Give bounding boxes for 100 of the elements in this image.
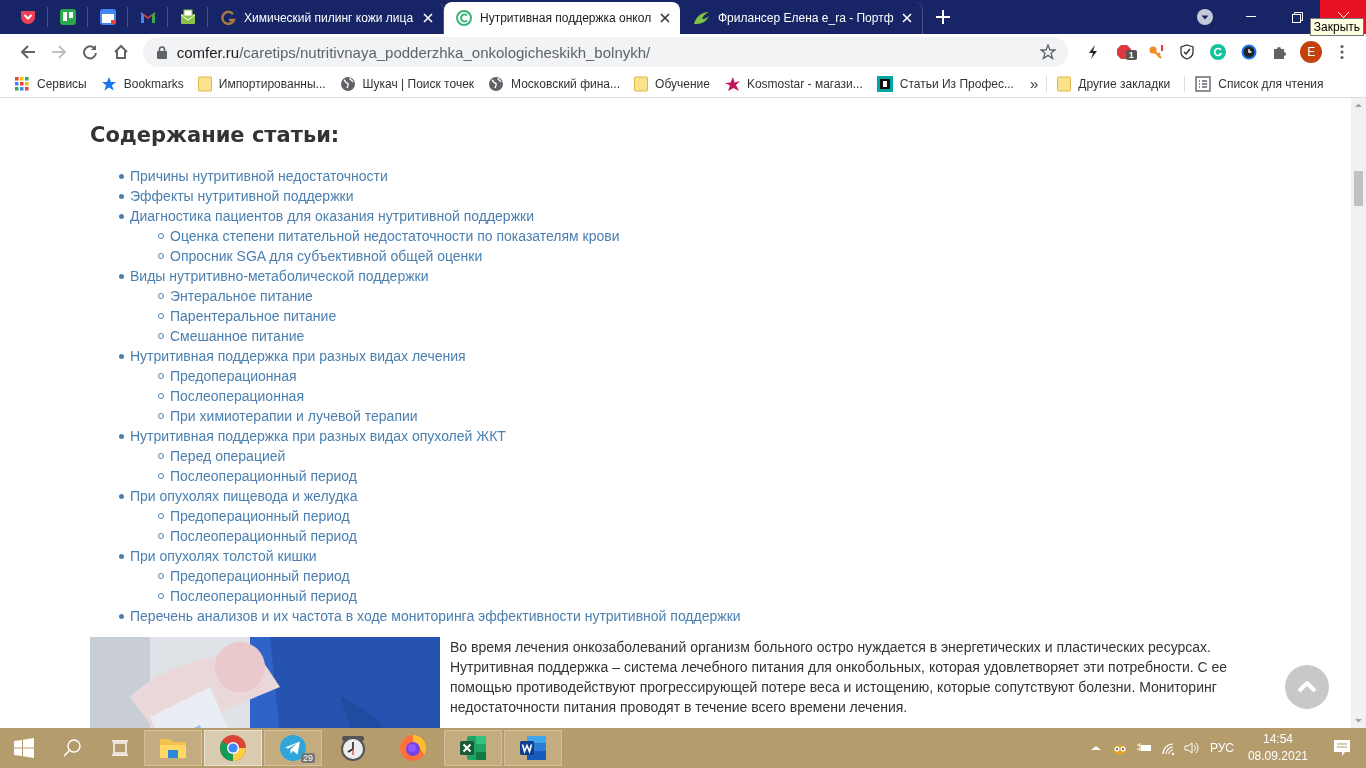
envelope-icon: [179, 9, 196, 25]
bookmark[interactable]: Другие закладки: [1057, 75, 1171, 92]
bullet-icon: [119, 553, 124, 559]
bullet-icon: [119, 173, 124, 179]
site-icon: [456, 10, 472, 26]
shield-icon[interactable]: [1178, 44, 1195, 60]
star-icon[interactable]: [1039, 44, 1056, 60]
folder-icon: [634, 75, 649, 92]
bullet-icon: [119, 213, 124, 219]
bookmark[interactable]: Список для чтения: [1195, 75, 1324, 92]
clock-time[interactable]: 14:54: [1262, 731, 1293, 748]
language-indicator[interactable]: РУС: [1209, 741, 1234, 755]
toc-link[interactable]: Причины нутритивной недостаточности: [130, 168, 388, 184]
bullet-icon: [119, 433, 124, 439]
star-icon: [723, 75, 740, 92]
board-icon: [59, 9, 76, 25]
search-icon[interactable]: [63, 739, 81, 757]
toc-link[interactable]: Перечень анализов и их частота в ходе мониторинга эффективности нутритивной поддержки: [130, 608, 741, 624]
taskbar-app[interactable]: [444, 730, 502, 766]
bullet-icon: [119, 353, 124, 359]
toc-link[interactable]: Диагностика пациентов для оказания нутритивной поддержки: [130, 208, 534, 224]
wifi-icon[interactable]: [1159, 740, 1176, 756]
site-icon: [876, 75, 893, 92]
count-badge: 29: [301, 753, 315, 763]
pocket-icon: [19, 9, 36, 25]
notifications-icon[interactable]: [1333, 739, 1351, 757]
toc-link[interactable]: Оценка степени питательной недостаточности по показателям крови: [170, 228, 620, 244]
article-paragraph: Во время лечения онкозаболеваний организм больного остро нуждается в энергетических и пластических ресурсах. Нутритивная поддержка – система лечебного питания для онкобольных, которая удовлетворяет эти потребности. С ее помощью противодействуют прогрессирующей потере веса и истощению, которые сопутствуют болезни. Мониторинг недостаточности питания проводят в течение всего времени лечения.: [450, 638, 1229, 717]
document-icon: [519, 735, 547, 761]
toc-link[interactable]: Перед операцией: [170, 448, 286, 464]
back-icon[interactable]: [19, 44, 36, 60]
scrollbar-thumb[interactable]: [1354, 171, 1363, 206]
toc-link[interactable]: При опухолях толстой кишки: [130, 548, 317, 564]
globe-icon: [488, 75, 505, 92]
toc-link[interactable]: Предоперационный период: [170, 508, 350, 524]
bookmark[interactable]: Импортированны...: [197, 75, 326, 92]
puzzle-icon[interactable]: [1272, 44, 1289, 60]
bookmark[interactable]: Bookmarks: [100, 75, 184, 92]
home-icon[interactable]: [113, 44, 130, 60]
browser-tab[interactable]: Нутритивная поддержка онкол: [444, 2, 680, 34]
toc-link[interactable]: Эффекты нутритивной поддержки: [130, 188, 354, 204]
toc-link[interactable]: Виды нутритивно-метаболической поддержки: [130, 268, 429, 284]
toc-link[interactable]: При опухолях пищевода и желудка: [130, 488, 358, 504]
globe-icon: [339, 75, 356, 92]
taskbar-app[interactable]: [204, 730, 262, 766]
restore-icon[interactable]: [1291, 11, 1303, 23]
lock-icon: [156, 45, 167, 59]
bookmark[interactable]: Обучение: [634, 75, 710, 92]
new-tab-icon[interactable]: [935, 10, 950, 24]
extension-badge: 1: [1125, 50, 1137, 60]
bullet-icon: [119, 193, 124, 199]
toc-link[interactable]: Нутритивная поддержка при разных видах опухолей ЖКТ: [130, 428, 506, 444]
calendar-icon: [99, 9, 116, 25]
bookmark[interactable]: Шукач | Поиск точек: [339, 75, 475, 92]
toc-link[interactable]: Послеоперационный период: [170, 588, 357, 604]
folder-icon: [1057, 75, 1072, 92]
chrome-icon: [219, 734, 247, 762]
toc-link[interactable]: Опросник SGA для субъективной общей оценки: [170, 248, 483, 264]
bookmark[interactable]: Московский фина...: [488, 75, 621, 92]
bookmark[interactable]: Kosmostar - магази...: [723, 75, 863, 92]
mail-icon: [139, 9, 156, 25]
article-heading: Содержание статьи:: [90, 122, 341, 149]
folder-icon: [159, 736, 187, 760]
url-text: comfer.ru/caretips/nutritivnaya_podderzhka_onkologicheskikh_bolnykh/: [176, 43, 652, 61]
bullet-icon: [119, 273, 124, 279]
apps-icon: [14, 75, 30, 92]
taskbar-app[interactable]: [504, 730, 562, 766]
spreadsheet-icon: [459, 735, 487, 761]
bookmark[interactable]: Сервисы: [14, 75, 87, 92]
tooltip: Закрыть: [1309, 18, 1364, 36]
bullet-icon: [119, 613, 124, 619]
taskbar-app[interactable]: [144, 730, 202, 766]
site-icon: [220, 10, 236, 26]
toc-link[interactable]: Послеоперационный период: [170, 528, 357, 544]
bookmark[interactable]: Статьи Из Профес...: [876, 75, 1014, 92]
dropdown-icon[interactable]: [1197, 9, 1213, 25]
toc-link[interactable]: Смешанное питание: [170, 328, 305, 344]
more-bookmarks-button[interactable]: »: [1029, 75, 1039, 92]
windows-icon[interactable]: [14, 738, 34, 758]
key-icon[interactable]: [1147, 44, 1164, 60]
reload-icon[interactable]: [81, 44, 98, 60]
toc-link[interactable]: Послеоперационная: [170, 388, 304, 404]
leaf-icon: [692, 10, 710, 26]
toc-link[interactable]: Парентеральное питание: [170, 308, 337, 324]
star-icon: [100, 75, 117, 92]
taskbar-app[interactable]: 29: [264, 730, 322, 766]
clock-date[interactable]: 08.09.2021: [1247, 748, 1308, 765]
toc-link[interactable]: При химиотерапии и лучевой терапии: [170, 408, 418, 424]
clock-icon[interactable]: [1241, 44, 1257, 60]
close-icon[interactable]: [660, 13, 670, 23]
toc-link[interactable]: Энтеральное питание: [170, 288, 313, 304]
reading-list-icon: [1195, 75, 1212, 92]
toc-link[interactable]: Послеоперационный период: [170, 468, 357, 484]
menu-icon[interactable]: [1340, 44, 1345, 60]
toc-link[interactable]: Нутритивная поддержка при разных видах лечения: [130, 348, 466, 364]
minimize-icon[interactable]: [1246, 16, 1256, 18]
toc-link[interactable]: Предоперационный период: [170, 568, 350, 584]
address-bar[interactable]: comfer.ru/caretips/nutritivnaya_podderzhka_onkologicheskikh_bolnykh/: [142, 37, 1068, 67]
profile-avatar[interactable]: E: [1300, 41, 1323, 63]
toc-link[interactable]: Предоперационная: [170, 368, 297, 384]
